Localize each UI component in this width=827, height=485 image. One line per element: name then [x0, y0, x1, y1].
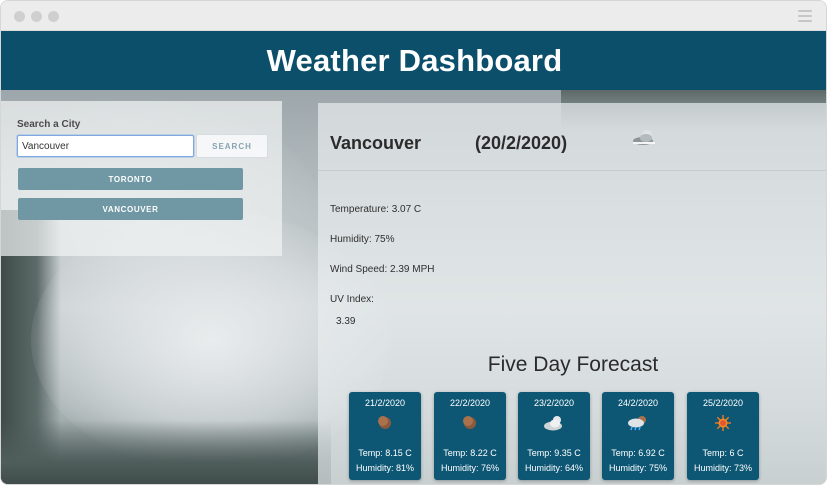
sun-icon [715, 415, 731, 431]
forecast-humidity: Humidity: 75% [608, 463, 668, 473]
page-title: Weather Dashboard [266, 42, 563, 78]
current-uv-value: 3.39 [336, 316, 356, 327]
forecast-card-4: 24/2/2020 Temp: 6.92 C Humidity: 75% [602, 392, 674, 480]
forecast-temp: Temp: 9.35 C [527, 448, 581, 458]
current-temperature: Temperature: 3.07 C [330, 204, 422, 215]
forecast-card-5: 25/2/2020 Temp: 6 C Humidity: 73% [687, 392, 759, 480]
partly-cloudy-icon [633, 130, 655, 145]
forecast-humidity: Humidity: 76% [440, 463, 500, 473]
forecast-date: 22/2/2020 [449, 398, 491, 408]
current-date: (20/2/2020) [475, 133, 568, 153]
forecast-date: 24/2/2020 [617, 398, 659, 408]
window-chrome [1, 1, 826, 31]
moon-icon [463, 416, 476, 429]
forecast-title: Five Day Forecast [487, 353, 659, 376]
forecast-humidity: Humidity: 81% [355, 463, 415, 473]
forecast-date: 21/2/2020 [364, 398, 406, 408]
app-header: Weather Dashboard [1, 31, 826, 90]
browser-window: Weather Dashboard Search a City SEARCH T… [0, 0, 827, 485]
forecast-card-2: 22/2/2020 Temp: 8.22 C Humidity: 76% [434, 392, 506, 480]
current-wind-speed: Wind Speed: 2.39 MPH [330, 264, 435, 275]
forecast-temp: Temp: 8.22 C [443, 448, 497, 458]
forecast-date: 23/2/2020 [533, 398, 575, 408]
history-button-vancouver[interactable]: VANCOUVER [18, 198, 243, 220]
forecast-card-3: 23/2/2020 Temp: 9.35 C Humidity: 64% [518, 392, 590, 480]
cloud-icon [544, 416, 562, 431]
forecast-humidity: Humidity: 64% [524, 463, 584, 473]
forecast-temp: Temp: 8.15 C [358, 448, 412, 458]
weather-panel: Vancouver (20/2/2020) Temperature: 3.07 … [318, 103, 826, 484]
forecast-temp: Temp: 6 C [702, 448, 744, 458]
window-close-dot[interactable] [14, 11, 25, 22]
forecast-temp: Temp: 6.92 C [611, 448, 665, 458]
search-label: Search a City [17, 119, 81, 130]
current-humidity: Humidity: 75% [330, 234, 395, 245]
forecast-card-1: 21/2/2020 Temp: 8.15 C Humidity: 81% [349, 392, 421, 480]
moon-icon [378, 416, 391, 429]
window-minimize-dot[interactable] [31, 11, 42, 22]
hamburger-menu-icon[interactable] [798, 10, 812, 22]
current-uv-label: UV Index: [330, 294, 374, 305]
forecast-date: 25/2/2020 [702, 398, 744, 408]
current-city-name: Vancouver [330, 133, 422, 153]
current-weather-header: Vancouver (20/2/2020) [318, 103, 826, 171]
history-button-toronto[interactable]: TORONTO [18, 168, 243, 190]
search-button[interactable]: SEARCH [196, 134, 268, 158]
search-input[interactable] [17, 135, 194, 157]
search-panel: Search a City SEARCH TORONTO VANCOUVER [1, 101, 282, 256]
forecast-humidity: Humidity: 73% [693, 463, 753, 473]
window-maximize-dot[interactable] [48, 11, 59, 22]
rain-cloud-icon [628, 416, 646, 431]
